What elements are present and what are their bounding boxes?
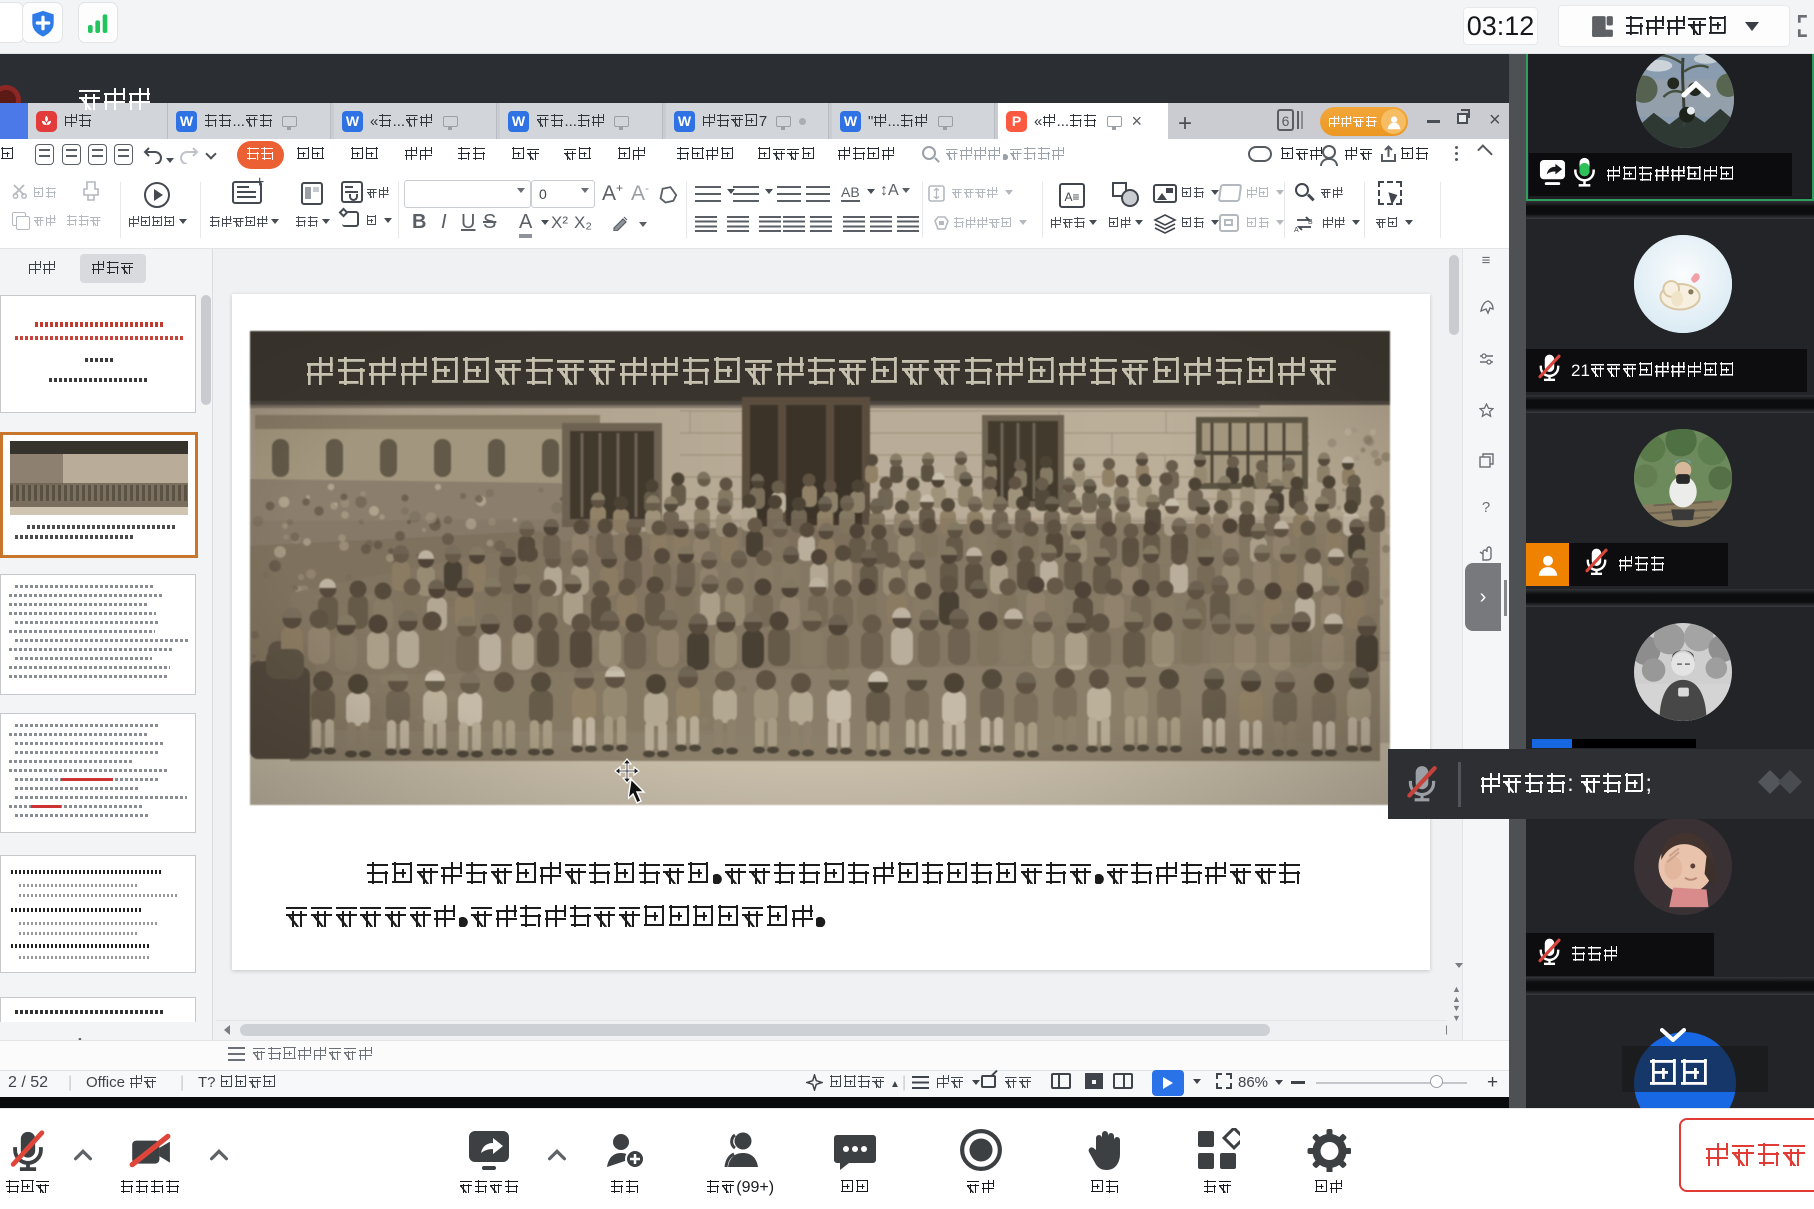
svg-text:A: A [1294,227,1299,233]
svg-text:B: B [1308,219,1313,226]
